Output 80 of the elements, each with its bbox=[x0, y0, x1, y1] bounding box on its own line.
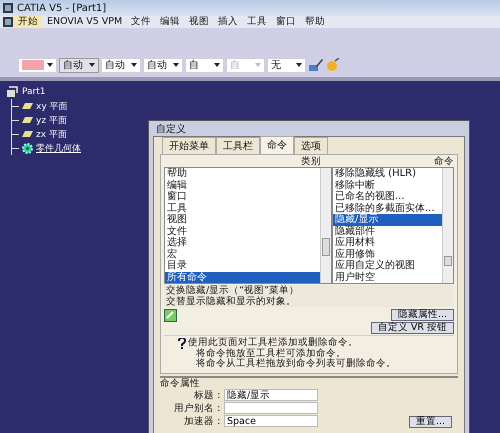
tab[interactable]: 工具栏 bbox=[216, 137, 260, 154]
input-field[interactable] bbox=[224, 402, 318, 414]
column-header: 类别 bbox=[301, 157, 321, 167]
scrollbar[interactable] bbox=[442, 168, 453, 283]
menu-item[interactable]: 工具 bbox=[243, 16, 272, 28]
plane-icon bbox=[22, 103, 33, 109]
brush-icon[interactable] bbox=[308, 58, 324, 72]
menu-item[interactable]: 窗口 bbox=[272, 16, 300, 28]
tab[interactable]: 选项 bbox=[294, 137, 328, 154]
dropdown-arrow-icon[interactable] bbox=[131, 63, 137, 67]
list-item[interactable]: 视图 bbox=[165, 214, 320, 226]
menu-item[interactable]: 视图 bbox=[185, 16, 214, 28]
dropdown[interactable]: 自动 bbox=[143, 58, 183, 72]
dropdown-arrow-icon[interactable] bbox=[89, 63, 95, 67]
tab[interactable]: 命令 bbox=[260, 136, 294, 154]
column-header: 命令 bbox=[434, 157, 454, 167]
dropdown-arrow-icon[interactable] bbox=[47, 63, 53, 67]
menu-item[interactable]: 编辑 bbox=[156, 16, 184, 28]
color-dropdown[interactable] bbox=[18, 58, 57, 72]
dialog-title: 自定义 bbox=[156, 122, 186, 136]
tree-item[interactable]: yz 平面 bbox=[36, 114, 67, 126]
input-field[interactable]: 隐藏/显示 bbox=[224, 388, 318, 402]
help-text: 将命令从工具栏拖放到命令列表可删除命令。 bbox=[195, 359, 396, 370]
list-item[interactable]: 窗口 bbox=[165, 191, 320, 202]
dropdown[interactable]: 自动 bbox=[101, 58, 141, 72]
help-icon bbox=[178, 338, 186, 349]
tree-item[interactable]: zx 平面 bbox=[36, 128, 67, 140]
list-item[interactable]: 帮助 bbox=[165, 168, 320, 180]
field-label: 标题： bbox=[193, 388, 224, 402]
list-item[interactable]: 工具 bbox=[165, 202, 320, 214]
list-item[interactable]: 所有命令 bbox=[165, 272, 320, 283]
tree-item[interactable]: xy 平面 bbox=[36, 100, 68, 112]
list-item[interactable]: 编辑 bbox=[165, 180, 320, 191]
help-text: 使用此页面对工具栏添加或删除命令。 bbox=[188, 338, 359, 348]
menu-item[interactable]: 帮助 bbox=[301, 16, 330, 28]
list-item[interactable]: 目录 bbox=[165, 260, 320, 272]
list-item[interactable]: 移除中断 bbox=[333, 180, 442, 191]
list-item[interactable]: 已移除的多截面实体... bbox=[333, 202, 442, 214]
menu-item[interactable]: 文件 bbox=[127, 16, 156, 28]
description-text: 交替显示隐藏和显示的对象。 bbox=[166, 296, 297, 307]
list-item[interactable]: 宏 bbox=[165, 248, 320, 260]
menu-item[interactable]: 插入 bbox=[214, 16, 242, 28]
menu-item[interactable]: ENOVIA V5 VPM bbox=[43, 16, 126, 28]
plane-icon bbox=[22, 131, 33, 137]
tree-item[interactable]: Part1 bbox=[22, 87, 46, 97]
list-item[interactable]: 文件 bbox=[165, 226, 320, 237]
help-text: 将命令拖放至工具栏可添加命令。 bbox=[195, 348, 346, 358]
list-item[interactable]: 用户时空 bbox=[333, 272, 442, 283]
list-item[interactable]: 隐藏部件 bbox=[333, 226, 442, 237]
list-item[interactable]: 隐藏/显示 bbox=[333, 214, 442, 226]
section-title: 命令属性 bbox=[160, 378, 201, 388]
list-item[interactable]: 应用修饰 bbox=[333, 248, 442, 260]
bulb-icon[interactable] bbox=[326, 58, 340, 72]
list-item[interactable]: 应用自定义的视图 bbox=[333, 260, 442, 272]
part-icon bbox=[6, 86, 18, 98]
description-text: 交换隐藏/显示（“视图”菜单） bbox=[166, 285, 300, 296]
plane-icon bbox=[22, 117, 33, 123]
list-item[interactable]: 已命名的视图... bbox=[333, 191, 442, 202]
dropdown[interactable]: 无 bbox=[267, 58, 306, 72]
dropdown[interactable]: 自动 bbox=[59, 58, 99, 72]
dialog-button[interactable]: 自定义 VR 按钮 bbox=[370, 322, 454, 334]
scrollbar[interactable] bbox=[320, 168, 331, 283]
list-item[interactable]: 应用材料 bbox=[333, 237, 442, 248]
tab[interactable]: 开始菜单 bbox=[162, 137, 216, 154]
dropdown[interactable]: 自 bbox=[185, 58, 224, 72]
window-title: CATIA V5 - [Part1] bbox=[17, 2, 106, 14]
field-label: 加速器： bbox=[183, 414, 224, 428]
dropdown-arrow-icon[interactable] bbox=[296, 63, 302, 67]
field-label: 用户别名： bbox=[173, 402, 224, 414]
list-item[interactable]: 移除隐藏线 (HLR) bbox=[333, 168, 442, 180]
menu-item[interactable]: 开始 bbox=[14, 16, 42, 28]
gear-icon bbox=[22, 142, 33, 154]
reset-button[interactable]: 重置... bbox=[408, 416, 452, 428]
dropdown-arrow-icon[interactable] bbox=[173, 63, 179, 67]
dropdown-arrow-icon[interactable] bbox=[214, 63, 220, 67]
dialog-button[interactable]: 隐藏属性... bbox=[390, 309, 454, 321]
input-field[interactable]: Space bbox=[224, 414, 318, 428]
tree-item[interactable]: 零件几何体 bbox=[36, 142, 81, 154]
command-icon bbox=[164, 309, 177, 322]
list-item[interactable]: 选择 bbox=[165, 237, 320, 248]
